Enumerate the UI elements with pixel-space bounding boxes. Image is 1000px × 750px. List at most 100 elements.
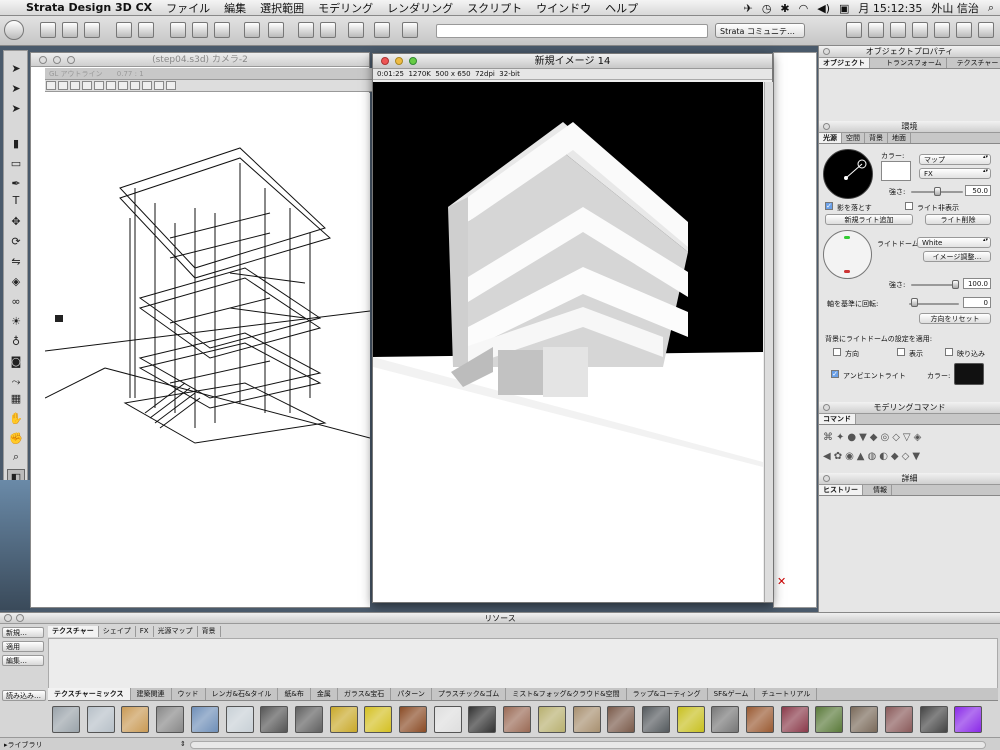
mirror-tool-icon[interactable]: ⇋	[7, 254, 25, 270]
add-light-button[interactable]: 新規ライト追加	[825, 214, 913, 225]
settings-icon[interactable]	[890, 22, 906, 38]
ambient-light-checkbox[interactable]: ✓	[831, 370, 839, 378]
menu-file[interactable]: ファイル	[166, 0, 210, 15]
cart-icon[interactable]	[978, 22, 994, 38]
path-tool-icon[interactable]: ⤳	[7, 374, 25, 390]
modeling-command-grid[interactable]: ⌘✦●▼◆◎◇▽◈ ◀✿◉▲◍◐◆◇▼	[819, 425, 1000, 473]
library-tab[interactable]: ガラス&宝石	[338, 688, 392, 700]
stack-icon[interactable]	[912, 22, 928, 38]
render-window-titlebar[interactable]: 新規イメージ 14	[373, 54, 772, 69]
library-tab[interactable]: ミスト&フォッグ&クラウド&空間	[506, 688, 627, 700]
texture-swatch[interactable]	[954, 706, 983, 733]
bag-icon[interactable]	[956, 22, 972, 38]
edit-resource-button[interactable]: 編集…	[2, 655, 44, 666]
delete-light-button[interactable]: ライト削除	[925, 214, 991, 225]
apply-show-checkbox[interactable]	[897, 348, 905, 356]
tab-space[interactable]: 空間	[842, 133, 865, 143]
environment-titlebar[interactable]: 環境	[819, 121, 1000, 133]
library-select-arrows[interactable]: ⇕	[180, 740, 186, 748]
close-button[interactable]	[823, 123, 830, 130]
menu-modeling[interactable]: モデリング	[318, 0, 373, 15]
view-tool-icon[interactable]	[142, 81, 152, 90]
texture-swatch[interactable]	[433, 706, 462, 733]
view-tool-icon[interactable]	[154, 81, 164, 90]
tab-ground[interactable]: 地面	[888, 133, 911, 143]
ambient-color-swatch[interactable]	[954, 363, 984, 385]
menu-rendering[interactable]: レンダリング	[387, 0, 453, 15]
menu-script[interactable]: スクリプト	[467, 0, 522, 15]
bluetooth-icon[interactable]: ✱	[780, 2, 789, 15]
library-tab[interactable]: 建築関連	[131, 688, 172, 700]
tab-backgrounds[interactable]: 背景	[198, 626, 221, 637]
texture-swatch[interactable]	[919, 706, 948, 733]
close-button[interactable]	[823, 475, 830, 482]
texture-swatch[interactable]	[780, 706, 809, 733]
link-tool-icon[interactable]: ∞	[7, 294, 25, 310]
time-machine-icon[interactable]: ◷	[762, 2, 772, 15]
texture-swatch[interactable]	[572, 706, 601, 733]
strength-field[interactable]: 50.0	[965, 185, 991, 196]
hide-light-checkbox[interactable]	[905, 202, 913, 210]
render-scrollbar[interactable]	[764, 82, 773, 602]
view-tool-icon[interactable]	[106, 81, 116, 90]
status-tool-icon[interactable]: ✈	[744, 2, 753, 15]
view-tool-icon[interactable]	[130, 81, 140, 90]
library-tab[interactable]: 金属	[311, 688, 338, 700]
bulb-tool-icon[interactable]: ♁	[7, 334, 25, 350]
rotate-field[interactable]: 0	[963, 297, 991, 308]
view-tool-icon[interactable]	[82, 81, 92, 90]
texture-swatch[interactable]	[746, 706, 774, 733]
texture-swatch[interactable]	[52, 706, 80, 733]
texture-swatch[interactable]	[815, 706, 844, 733]
tab-fx[interactable]: FX	[136, 626, 154, 637]
hand-tool-icon[interactable]: ✋	[7, 411, 25, 427]
library-tab[interactable]: 紙&布	[278, 688, 311, 700]
new-resource-button[interactable]: 新規…	[2, 627, 44, 638]
texture-swatch[interactable]	[537, 706, 566, 733]
resource-list-area[interactable]	[48, 638, 998, 690]
minimize-button[interactable]	[53, 56, 61, 64]
tab-textures[interactable]: テクスチャー	[48, 626, 99, 637]
view-tool-icon[interactable]	[118, 81, 128, 90]
community-select[interactable]: Strata コミュニテ…	[715, 23, 805, 38]
menu-selection[interactable]: 選択範囲	[260, 0, 304, 15]
wireframe-viewport[interactable]	[45, 93, 370, 607]
minimize-button[interactable]	[395, 57, 403, 65]
texture-swatch[interactable]	[711, 706, 740, 733]
library-select[interactable]: ▸ライブラリ	[4, 740, 43, 750]
texture-swatch[interactable]	[884, 706, 913, 733]
image-adjust-button[interactable]: イメージ調整…	[923, 251, 991, 262]
tab-commands[interactable]: コマンド	[819, 414, 856, 424]
reset-direction-button[interactable]: 方向をリセット	[919, 313, 991, 324]
zoom-field[interactable]: 0.77 : 1	[117, 70, 144, 78]
texture-swatch[interactable]	[225, 706, 254, 733]
zoom-button[interactable]	[409, 57, 417, 65]
minimize-button[interactable]	[16, 614, 24, 622]
clock[interactable]: 月 15:12:35	[858, 0, 922, 15]
app-name-menu[interactable]: Strata Design 3D CX	[26, 1, 152, 14]
resources-titlebar[interactable]: リソース	[0, 613, 1000, 624]
apply-reflect-checkbox[interactable]	[945, 348, 953, 356]
texture-swatch[interactable]	[121, 706, 150, 733]
close-button[interactable]	[4, 614, 12, 622]
photoshop-export-icon[interactable]	[116, 22, 132, 38]
library-tab[interactable]: チュートリアル	[755, 688, 818, 700]
tab-texture[interactable]: テクスチャー	[953, 58, 1000, 68]
user-name[interactable]: 外山 信治	[931, 0, 979, 15]
library-tab[interactable]: テクスチャーミックス	[48, 688, 131, 700]
rect-tool-icon[interactable]: ▭	[7, 156, 25, 172]
dome-strength-field[interactable]: 100.0	[963, 278, 991, 289]
texture-swatch[interactable]	[468, 706, 497, 733]
tab-light[interactable]: 光源	[819, 133, 842, 143]
new-file-icon[interactable]	[40, 22, 56, 38]
dome-select[interactable]: White	[917, 237, 991, 248]
camera-tool-icon[interactable]: ◙	[7, 354, 25, 370]
strength-slider-knob[interactable]	[934, 187, 941, 196]
texture-swatch[interactable]	[190, 706, 219, 733]
photoshop-layers-icon[interactable]	[138, 22, 154, 38]
modeling-titlebar[interactable]: モデリングコマンド	[819, 402, 1000, 414]
object-props-titlebar[interactable]: オブジェクトプロパティ	[819, 46, 1000, 58]
wifi-icon[interactable]: ◠	[799, 2, 809, 15]
light-tool-icon[interactable]: ☀	[7, 314, 25, 330]
rendered-image[interactable]	[373, 82, 763, 602]
